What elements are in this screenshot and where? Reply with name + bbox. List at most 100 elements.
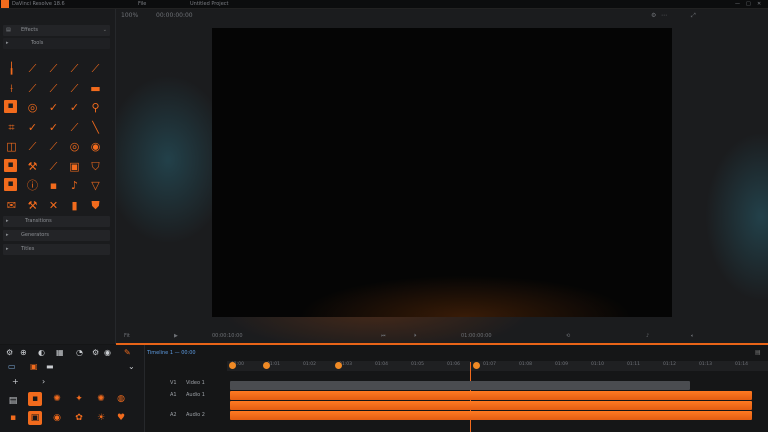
cross-icon[interactable]: ✕ — [46, 198, 61, 213]
gear-icon[interactable]: ⚙ — [92, 348, 99, 357]
play-button-icon[interactable]: ⏵ — [414, 333, 417, 339]
chevron-down-icon[interactable]: ⌄ — [128, 362, 135, 371]
shield-icon[interactable]: ⛉ — [88, 159, 103, 174]
ring-effect-button[interactable]: ◍ — [114, 392, 128, 406]
line-icon[interactable]: ⟋ — [25, 81, 40, 96]
line-icon[interactable]: ⟋ — [67, 61, 82, 76]
menu-icon[interactable]: ⋯ — [661, 12, 667, 19]
layer-icon[interactable]: ▤ — [6, 394, 20, 408]
maximize-icon[interactable]: □ — [746, 1, 751, 8]
crop-icon[interactable]: ⌗ — [4, 120, 19, 135]
line-icon[interactable]: ╲ — [88, 120, 103, 135]
line-icon[interactable]: ⟋ — [46, 139, 61, 154]
eye-icon[interactable]: ◉ — [88, 139, 103, 154]
close-icon[interactable]: ✕ — [757, 1, 761, 8]
brush-icon[interactable]: ✎ — [124, 348, 131, 357]
tools-dropdown[interactable]: ▸ Tools — [3, 38, 110, 49]
line-icon[interactable]: ⟋ — [46, 159, 61, 174]
check-icon[interactable]: ✓ — [46, 120, 61, 135]
bar-icon[interactable]: ▮ — [67, 198, 82, 213]
flower-effect-button[interactable]: ✿ — [72, 411, 86, 425]
sun-effect-button[interactable]: ☀ — [94, 411, 108, 425]
film-icon[interactable]: ▦ — [56, 348, 64, 357]
generators-row[interactable]: ▸ Generators — [3, 230, 110, 241]
timeline-marker[interactable] — [335, 362, 342, 369]
transitions-row[interactable]: ▸ Transitions — [3, 216, 110, 227]
hammer-icon[interactable]: ⚒ — [25, 159, 40, 174]
skip-back-icon[interactable]: ⏮ — [381, 333, 386, 339]
titles-row[interactable]: ▸ Titles — [3, 244, 110, 255]
track-header-a1[interactable]: A1 Audio 1 — [164, 390, 224, 400]
line-icon[interactable]: ⟋ — [46, 81, 61, 96]
folder-icon[interactable]: ▭ — [8, 362, 16, 371]
effects-dropdown[interactable]: ▤ Effects ⌄ — [3, 25, 110, 36]
effect-block-button[interactable]: ▪ — [28, 392, 42, 406]
line-icon[interactable]: ⟋ — [88, 61, 103, 76]
shield-icon[interactable]: ⛊ — [88, 198, 103, 213]
box-effect-button[interactable]: ▣ — [28, 411, 42, 425]
video-clip[interactable] — [230, 381, 690, 390]
timeline-marker[interactable] — [263, 362, 270, 369]
globe-icon[interactable]: ◐ — [38, 348, 45, 357]
zoom-level[interactable]: 100% — [121, 12, 138, 19]
text-icon[interactable]: ▬ — [46, 362, 54, 371]
mail-icon[interactable]: ✉ — [4, 198, 19, 213]
square-icon[interactable]: ▪ — [4, 100, 17, 113]
line-icon[interactable]: ▬ — [88, 81, 103, 96]
track-header-a2[interactable]: A2 Audio 2 — [164, 410, 224, 420]
file-menu[interactable]: File — [138, 1, 146, 8]
square-icon[interactable]: ▪ — [6, 411, 20, 425]
timeline-marker[interactable] — [473, 362, 480, 369]
timeline-ruler[interactable]: 01:00 01:01 01:02 01:03 01:04 01:05 01:06 01:07… — [227, 361, 768, 371]
note-icon[interactable]: ♪ — [67, 178, 82, 193]
square-icon[interactable]: ▪ — [4, 178, 17, 191]
box-icon[interactable]: ▣ — [67, 159, 82, 174]
hammer-icon[interactable]: ⚒ — [25, 198, 40, 213]
audio-clip-1[interactable] — [230, 391, 752, 400]
line-icon[interactable]: ⟋ — [25, 139, 40, 154]
square-icon[interactable]: ▪ — [46, 178, 61, 193]
globe-effect-button[interactable]: ◉ — [50, 411, 64, 425]
plus-icon[interactable]: + — [12, 377, 19, 386]
minimize-icon[interactable]: — — [735, 1, 740, 8]
info-icon[interactable]: ⓘ — [25, 178, 40, 193]
circle-icon[interactable]: ◎ — [67, 139, 82, 154]
burst-effect-button[interactable]: ✺ — [94, 392, 108, 406]
wrench-icon[interactable]: ⚲ — [88, 100, 103, 115]
check-icon[interactable]: ✓ — [46, 100, 61, 115]
track-header-v1[interactable]: V1 Video 1 — [164, 378, 224, 388]
fullscreen-icon[interactable]: ⤢ — [691, 12, 696, 20]
line-icon[interactable]: ⟋ — [67, 120, 82, 135]
line-icon[interactable]: ⟋ — [25, 61, 40, 76]
timer-icon[interactable]: ◔ — [76, 348, 83, 357]
loop-icon[interactable]: ⟲ — [566, 333, 570, 339]
preview-canvas[interactable] — [212, 28, 672, 317]
audio-clip-2[interactable] — [230, 401, 752, 410]
chevron-right-icon[interactable]: › — [42, 377, 45, 386]
line-icon[interactable]: ⟋ — [67, 81, 82, 96]
gear-icon[interactable]: ⚙ — [6, 348, 13, 357]
frame-icon[interactable]: ◫ — [4, 139, 19, 154]
settings-icon[interactable]: ⚙ — [651, 12, 656, 19]
check-icon[interactable]: ✓ — [67, 100, 82, 115]
heart-effect-button[interactable]: ♥ — [114, 411, 128, 425]
timeline-name[interactable]: Timeline 1 — 00:00 — [147, 350, 196, 356]
square-icon[interactable]: ▪ — [4, 158, 17, 172]
play-icon[interactable]: ▶ — [174, 333, 178, 339]
eye-icon[interactable]: ◎ — [25, 100, 40, 115]
fit-label[interactable]: Fit — [124, 333, 130, 339]
crosshair-icon[interactable]: ⊕ — [20, 348, 27, 357]
brush-icon[interactable]: ⟊ — [4, 81, 19, 96]
diamond-effect-button[interactable]: ✦ — [72, 392, 86, 406]
volume-icon[interactable]: 🔈︎ — [691, 333, 694, 339]
pen-icon[interactable]: ╽ — [4, 61, 19, 76]
project-tab[interactable]: Untitled Project — [190, 1, 228, 8]
timeline-marker[interactable] — [229, 362, 236, 369]
line-icon[interactable]: ⟋ — [46, 61, 61, 76]
audio-clip-3[interactable] — [230, 411, 752, 420]
audio-icon[interactable]: ♪ — [646, 333, 649, 339]
triangle-icon[interactable]: ▽ — [88, 178, 103, 193]
check-icon[interactable]: ✓ — [25, 120, 40, 135]
timeline-options-icon[interactable]: ▤ — [755, 349, 761, 356]
gear-effect-button[interactable]: ✺ — [50, 392, 64, 406]
